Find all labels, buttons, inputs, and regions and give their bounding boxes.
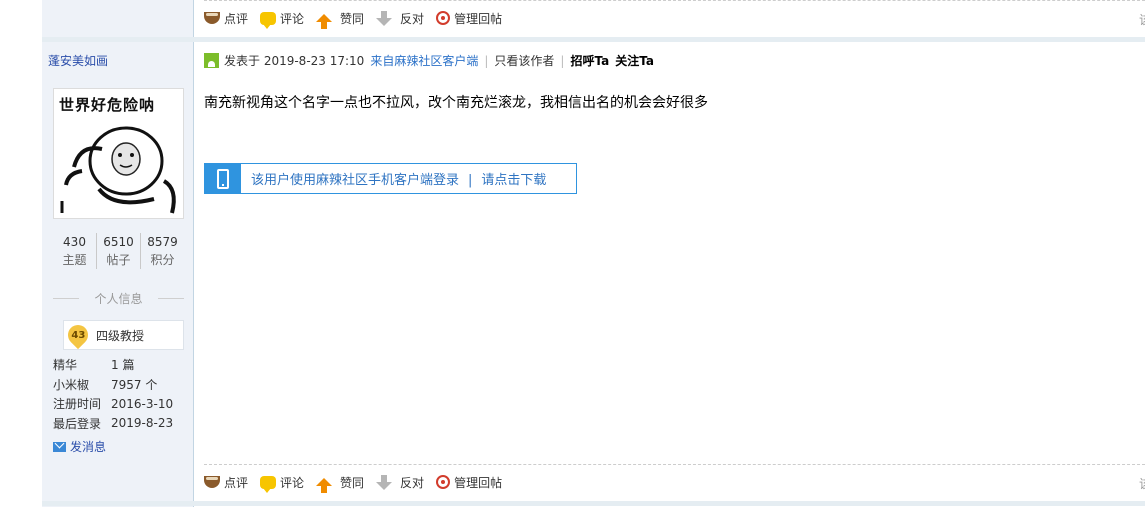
oppose-button[interactable]: 反对: [376, 10, 424, 27]
online-status-icon: [204, 53, 219, 68]
manage-label: 管理回帖: [454, 11, 503, 26]
profile-value: 1 篇: [111, 358, 135, 373]
divider: |: [560, 53, 565, 68]
mobile-tip-label: 该用户使用麻辣社区手机客户端登录: [251, 173, 460, 188]
greet-link[interactable]: 招呼Ta: [570, 52, 609, 69]
stat-topics[interactable]: 430 主题: [53, 233, 96, 269]
rank-badge-box: 43 四级教授: [63, 320, 184, 350]
profile-value: 2019-8-23: [111, 416, 174, 431]
divider: [204, 464, 1145, 465]
coffee-cup-icon: [204, 12, 220, 24]
prev-post-actions: 点评 评论 赞同 反对 管理回帖: [204, 8, 514, 29]
user-stats: 430 主题 6510 帖子 8579 积分: [53, 233, 184, 269]
stat-value: 430: [63, 235, 86, 249]
arrow-up-icon: [316, 478, 333, 493]
mobile-tip-text: 该用户使用麻辣社区手机客户端登录 | 请点击下载: [251, 169, 546, 188]
speech-bubble-icon: [260, 11, 277, 29]
arrow-up-icon: [316, 14, 333, 29]
only-author-link[interactable]: 只看该作者: [494, 52, 554, 69]
phone-icon: [217, 168, 229, 189]
profile-value: 7957 个: [111, 377, 158, 392]
stat-label: 主题: [62, 253, 87, 267]
rank-level: 43: [71, 329, 85, 341]
avatar[interactable]: 世界好危险呐: [53, 88, 184, 219]
stat-label: 积分: [150, 253, 175, 267]
comment-label: 点评: [224, 11, 249, 26]
profile-row: 精华 1 篇: [53, 355, 173, 375]
comment-button[interactable]: 点评: [204, 10, 248, 27]
profile-row: 最后登录 2019-8-23: [53, 414, 173, 434]
reply-button[interactable]: 评论: [260, 474, 305, 493]
divider: |: [484, 53, 489, 68]
rank-name: 四级教授: [96, 328, 145, 343]
stat-value: 6510: [103, 235, 134, 249]
post-time: 发表于 2019-8-23 17:10: [224, 54, 365, 68]
support-label: 赞同: [340, 11, 365, 26]
follow-link[interactable]: 关注Ta: [615, 52, 654, 69]
send-message-label: 发消息: [70, 440, 107, 454]
post-meta: 发表于 2019-8-23 17:10 来自麻辣社区客户端 | 只看该作者 | …: [204, 52, 654, 69]
download-link[interactable]: 请点击下载: [481, 173, 546, 188]
manage-reply-button[interactable]: 管理回帖: [436, 10, 502, 27]
profile-key: 注册时间: [53, 397, 102, 412]
post-separator: [42, 501, 1145, 506]
post-actions: 点评 评论 赞同 反对 管理回帖: [204, 472, 514, 493]
page-gutter: [0, 0, 42, 507]
profile-row: 小米椒 7957 个: [53, 375, 173, 395]
support-button[interactable]: 赞同: [316, 474, 365, 493]
support-button[interactable]: 赞同: [316, 10, 365, 29]
rank-level-icon: 43: [63, 320, 93, 350]
stat-label: 帖子: [106, 253, 131, 267]
post-content: 南充新视角这个名字一点也不拉风，改个南充烂滚龙，我相信出名的机会会好很多: [204, 95, 708, 111]
profile-key: 小米椒: [53, 377, 90, 392]
envelope-icon: [53, 441, 66, 452]
arrow-down-icon: [376, 10, 393, 26]
oppose-label: 反对: [400, 475, 425, 490]
support-label: 赞同: [340, 475, 365, 490]
personal-info-heading: 个人信息: [53, 290, 184, 307]
profile-details: 精华 1 篇 小米椒 7957 个 注册时间 2016-3-10 最后登录 2019-8…: [53, 355, 173, 433]
mobile-tip-separator: |: [468, 173, 473, 188]
mobile-client-banner[interactable]: 该用户使用麻辣社区手机客户端登录 | 请点击下载: [204, 163, 577, 194]
profile-row: 注册时间 2016-3-10: [53, 394, 173, 414]
profile-value: 2016-3-10: [111, 396, 174, 411]
gear-icon: [436, 11, 451, 25]
profile-key: 最后登录: [53, 416, 102, 431]
reply-label: 评论: [280, 11, 305, 26]
stat-value: 8579: [147, 235, 178, 249]
arrow-down-icon: [376, 474, 393, 490]
manage-label: 管理回帖: [454, 475, 503, 490]
client-source-link[interactable]: 来自麻辣社区客户端: [370, 52, 478, 69]
oppose-button[interactable]: 反对: [376, 474, 424, 491]
comment-button[interactable]: 点评: [204, 474, 248, 491]
manage-reply-button[interactable]: 管理回帖: [436, 474, 502, 491]
gear-icon: [436, 475, 451, 489]
comment-label: 点评: [224, 475, 249, 490]
phone-icon-area: [205, 164, 241, 193]
reply-button[interactable]: 评论: [260, 10, 305, 29]
cut-off-text: 该: [1139, 475, 1145, 492]
reply-label: 评论: [280, 475, 305, 490]
cut-off-text: 该: [1139, 11, 1145, 28]
post-separator: [42, 37, 1145, 42]
oppose-label: 反对: [400, 11, 425, 26]
author-name-link[interactable]: 蓬安美如画: [48, 52, 108, 69]
stat-points[interactable]: 8579 积分: [140, 233, 184, 269]
stat-posts[interactable]: 6510 帖子: [96, 233, 140, 269]
coffee-cup-icon: [204, 476, 220, 488]
divider: [204, 0, 1145, 1]
send-message-link[interactable]: 发消息: [53, 438, 106, 455]
speech-bubble-icon: [260, 475, 277, 493]
avatar-caption: 世界好危险呐: [59, 96, 156, 114]
profile-key: 精华: [53, 358, 78, 373]
